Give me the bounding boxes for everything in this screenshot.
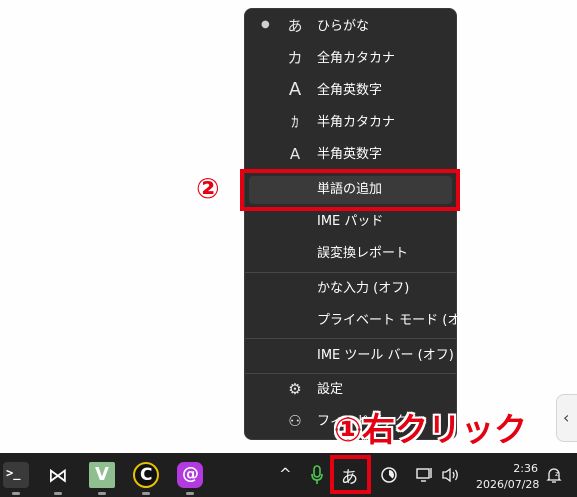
- menu-item-label: 設定: [317, 382, 344, 397]
- menu-item-settings[interactable]: ⚙ 設定: [245, 376, 456, 404]
- menu-item-hiragana[interactable]: ● あ ひらがな: [245, 13, 456, 41]
- app-x-icon: ⋈: [48, 463, 68, 487]
- clock-date: 2026/07/28: [476, 478, 540, 491]
- app-v-icon: V: [95, 464, 109, 485]
- clock-time: 2:36: [513, 462, 538, 475]
- menu-item-label: 誤変換レポート: [317, 246, 409, 261]
- menu-separator: [245, 338, 456, 339]
- menu-item-label: 全角カタカナ: [317, 51, 396, 66]
- menu-item-label: 半角カタカナ: [317, 115, 396, 130]
- menu-item-kana-input[interactable]: かな入力 (オフ): [245, 275, 456, 303]
- terminal-app-button[interactable]: >_: [3, 462, 29, 488]
- running-indicator: [186, 492, 194, 495]
- running-indicator: [54, 492, 62, 495]
- highlight-box-ime-indicator: [330, 455, 371, 494]
- microphone-icon[interactable]: [310, 465, 324, 485]
- notification-bell-icon[interactable]: z: [545, 466, 563, 484]
- app-c-button[interactable]: C: [133, 462, 159, 488]
- gear-icon: ⚙: [288, 380, 302, 398]
- menu-item-halfwidth-katakana[interactable]: ｶ 半角カタカナ: [245, 109, 456, 137]
- focus-clock-icon[interactable]: [380, 466, 398, 484]
- network-icon[interactable]: [416, 466, 434, 484]
- menu-item-ime-toolbar[interactable]: IME ツール バー (オフ): [245, 342, 456, 370]
- svg-text:z: z: [555, 470, 559, 478]
- app-v-button[interactable]: V: [89, 462, 115, 488]
- highlight-box-add-word: [240, 169, 460, 211]
- menu-item-ime-pad[interactable]: IME パッド: [245, 208, 456, 236]
- menu-item-label: 半角英数字: [317, 147, 383, 162]
- taskbar-clock[interactable]: 2:36 2026/07/28: [476, 461, 540, 493]
- menu-item-label: 全角英数字: [317, 83, 383, 98]
- taskbar: >_ ⋈ V C @ ^ あ 2:36 2026/07/28 z: [0, 453, 577, 497]
- feedback-icon: ⚇: [288, 412, 302, 430]
- halfwidth-katakana-icon: ｶ: [291, 113, 299, 131]
- menu-item-private-mode[interactable]: プライベート モード (オフ): [245, 307, 478, 335]
- menu-item-fullwidth-alphanumeric[interactable]: A 全角英数字: [245, 77, 456, 105]
- app-at-icon: @: [182, 464, 199, 484]
- hiragana-icon: あ: [287, 17, 303, 35]
- show-hidden-icons-chevron-icon[interactable]: ^: [279, 465, 292, 483]
- step-2-annotation: ②: [196, 172, 220, 205]
- side-panel-tab[interactable]: ‹: [556, 394, 577, 442]
- app-c-icon: C: [140, 465, 153, 485]
- fullwidth-alpha-icon: A: [288, 79, 302, 100]
- menu-item-conversion-report[interactable]: 誤変換レポート: [245, 240, 456, 268]
- menu-separator: [245, 373, 456, 374]
- ime-context-menu: ● あ ひらがな カ 全角カタカナ A 全角英数字 ｶ 半角カタカナ A 半角英…: [244, 8, 478, 440]
- menu-item-halfwidth-alphanumeric[interactable]: A 半角英数字: [245, 141, 456, 169]
- running-indicator: [98, 492, 106, 495]
- menu-item-label: かな入力 (オフ): [317, 281, 410, 296]
- menu-separator: [245, 272, 456, 273]
- menu-item-label: IME ツール バー (オフ): [317, 348, 454, 363]
- selected-bullet-icon: ●: [261, 19, 270, 30]
- volume-icon[interactable]: [441, 466, 461, 484]
- running-indicator: [12, 492, 20, 495]
- menu-item-label: IME パッド: [317, 214, 384, 229]
- katakana-icon: カ: [287, 49, 303, 67]
- app-x-button[interactable]: ⋈: [45, 462, 71, 488]
- terminal-icon: >_: [6, 466, 21, 480]
- app-at-button[interactable]: @: [177, 462, 203, 488]
- halfwidth-alpha-icon: A: [289, 145, 301, 163]
- menu-item-label: プライベート モード (オフ): [317, 313, 479, 328]
- menu-item-label: ひらがな: [317, 19, 370, 34]
- chevron-left-icon: ‹: [563, 408, 570, 427]
- step-1-annotation: ①右クリック: [334, 410, 527, 449]
- menu-item-fullwidth-katakana[interactable]: カ 全角カタカナ: [245, 45, 456, 73]
- running-indicator: [142, 492, 150, 495]
